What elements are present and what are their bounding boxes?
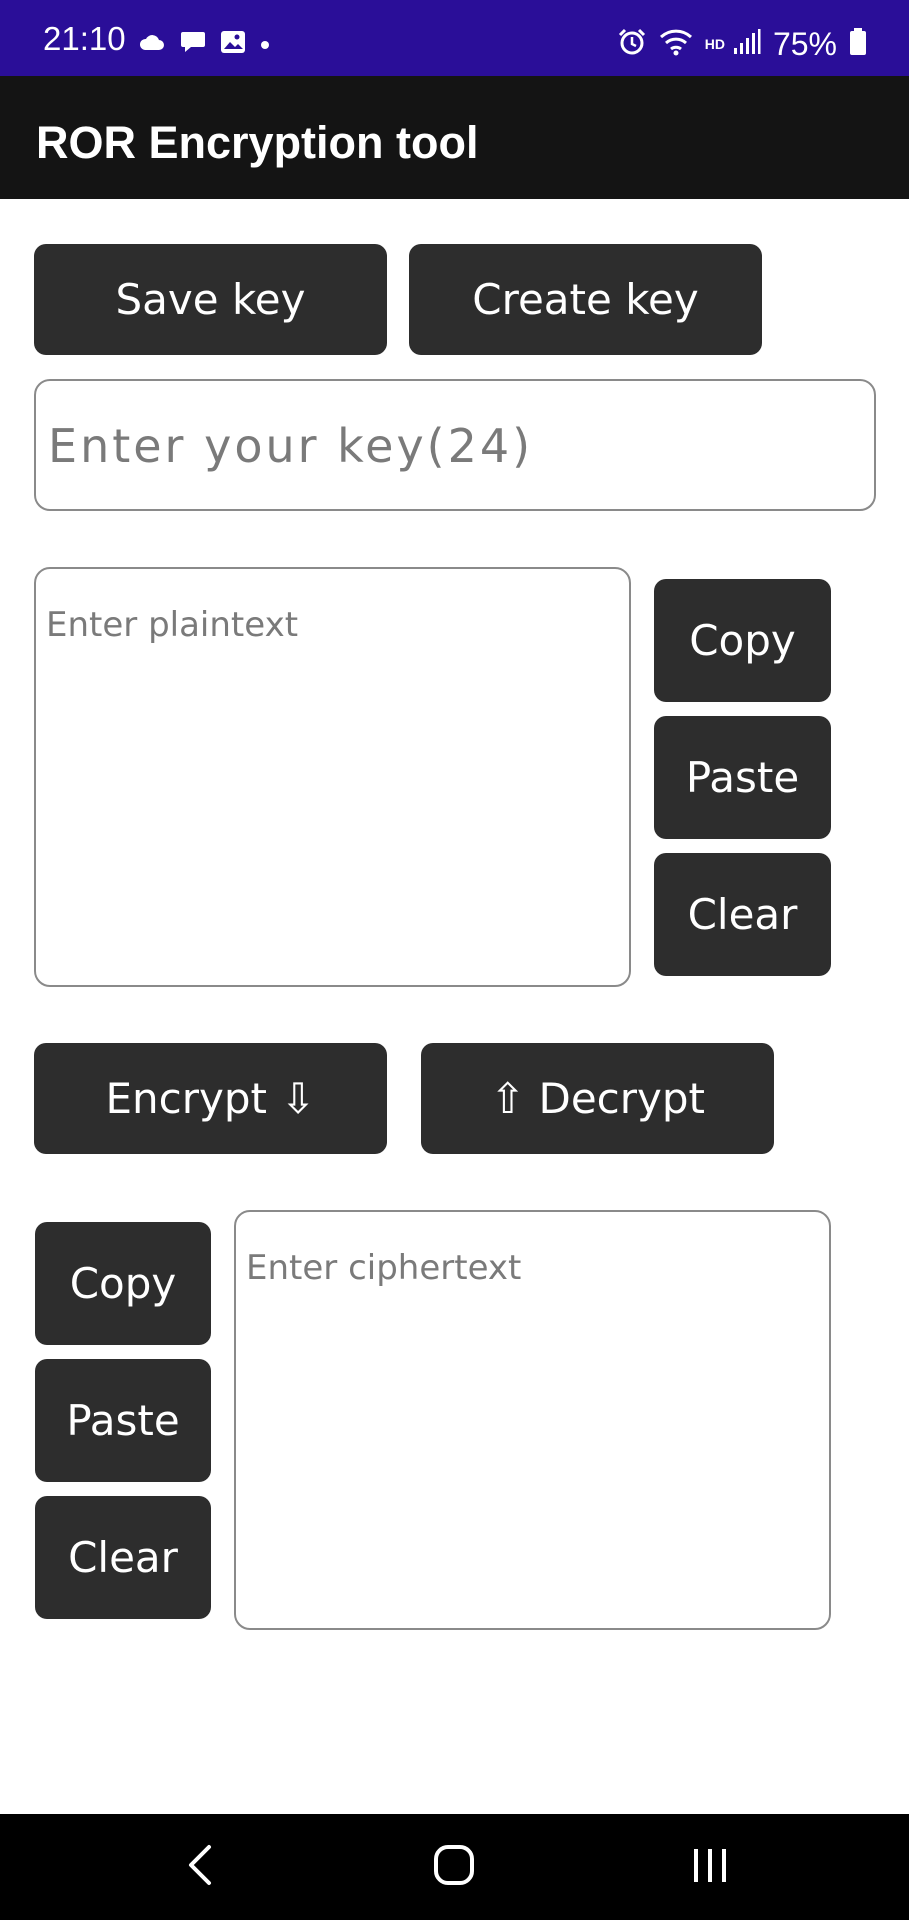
app-bar: ROR Encryption tool [0,76,909,199]
back-button[interactable] [160,1814,240,1920]
encrypt-button[interactable]: Encrypt ⇩ [34,1043,387,1154]
battery-icon [849,28,867,60]
cloud-icon [138,32,166,56]
save-key-button[interactable]: Save key [34,244,387,355]
ciphertext-input[interactable]: Enter ciphertext [234,1210,831,1630]
plaintext-paste-button[interactable]: Paste [654,716,831,839]
ciphertext-clear-button[interactable]: Clear [35,1496,211,1619]
status-time: 21:10 [43,20,126,57]
navigation-bar [0,1814,909,1920]
ciphertext-copy-button[interactable]: Copy [35,1222,211,1345]
plaintext-clear-button[interactable]: Clear [654,853,831,976]
chat-icon [180,29,206,59]
home-button[interactable] [414,1814,494,1920]
alarm-icon [617,27,647,61]
dot-icon [260,35,270,54]
ciphertext-paste-button[interactable]: Paste [35,1359,211,1482]
ciphertext-input-placeholder: Enter ciphertext [246,1248,522,1288]
decrypt-button[interactable]: ⇧ Decrypt [421,1043,774,1154]
key-input-placeholder: Enter your key(24) [48,419,534,473]
image-icon [220,29,246,59]
plaintext-copy-button[interactable]: Copy [654,579,831,702]
plaintext-input-placeholder: Enter plaintext [46,605,299,645]
status-bar: 21:10 HD 75% [0,0,909,76]
network-type-label: HD [704,36,725,52]
create-key-button[interactable]: Create key [409,244,762,355]
key-input[interactable]: Enter your key(24) [34,379,876,511]
battery-percentage: 75% [772,26,837,62]
status-notification-icons [138,28,270,60]
status-system-icons: HD 75% [617,26,867,62]
signal-icon [733,28,761,60]
home-icon [432,1843,476,1891]
recents-button[interactable] [670,1814,750,1920]
recents-icon [690,1845,730,1889]
wifi-icon [659,28,693,60]
back-icon [185,1844,215,1890]
app-title: ROR Encryption tool [36,117,479,168]
plaintext-input[interactable]: Enter plaintext [34,567,631,987]
